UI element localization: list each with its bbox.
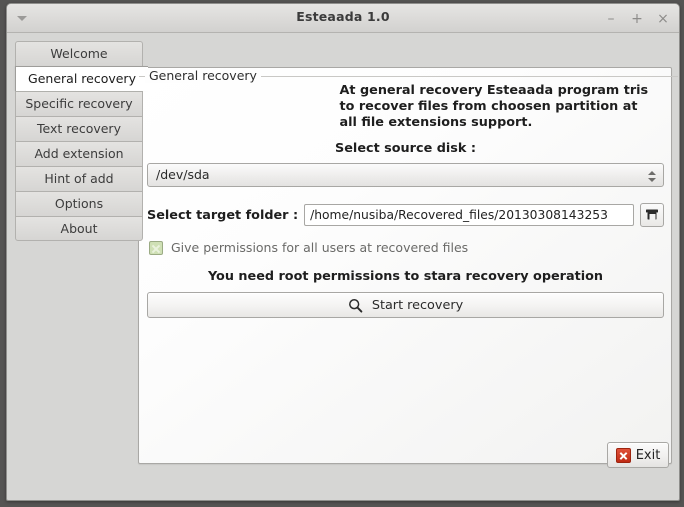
- target-folder-input[interactable]: [304, 204, 634, 226]
- tab-add-extension[interactable]: Add extension: [15, 141, 143, 166]
- window-controls: – + ×: [603, 4, 671, 33]
- exit-button-label: Exit: [635, 447, 661, 463]
- description-text: At general recovery Esteaada program tri…: [256, 83, 649, 131]
- tab-welcome[interactable]: Welcome: [15, 41, 143, 66]
- tab-about[interactable]: About: [15, 216, 143, 241]
- checkbox-checked-icon[interactable]: [149, 240, 163, 255]
- permissions-label: Give permissions for all users at recove…: [171, 240, 469, 255]
- group-frame-legend: General recovery: [145, 69, 261, 83]
- folder-icon: [645, 209, 658, 220]
- tab-options[interactable]: Options: [15, 191, 143, 216]
- window-title: Esteaada 1.0: [296, 9, 390, 24]
- maximize-button[interactable]: +: [629, 11, 645, 27]
- target-folder-section: Select target folder :: [147, 203, 664, 227]
- close-button[interactable]: ×: [655, 11, 671, 27]
- close-x-icon: [615, 447, 631, 463]
- source-disk-select[interactable]: /dev/sda: [147, 163, 664, 187]
- spinner-arrows[interactable]: [647, 167, 656, 185]
- root-warning-text: You need root permissions to stara recov…: [207, 269, 604, 284]
- arrow-up-icon: [647, 170, 656, 175]
- exit-button[interactable]: Exit: [607, 442, 669, 468]
- description-line-1: At general recovery Esteaada program tri…: [339, 83, 649, 98]
- start-recovery-button[interactable]: Start recovery: [147, 292, 664, 318]
- description-line-3: all file extensions support.: [339, 115, 533, 130]
- window-body: Welcome General recovery Specific recove…: [7, 33, 679, 500]
- tab-text-recovery[interactable]: Text recovery: [15, 116, 143, 141]
- permissions-row[interactable]: Give permissions for all users at recove…: [147, 240, 664, 255]
- description-line-2: to recover files from choosen partition …: [339, 99, 638, 114]
- minimize-button[interactable]: –: [603, 11, 619, 27]
- target-folder-label: Select target folder :: [147, 207, 299, 223]
- tab-list: Welcome General recovery Specific recove…: [15, 41, 148, 241]
- search-icon: [348, 298, 363, 313]
- tab-specific-recovery[interactable]: Specific recovery: [15, 91, 143, 116]
- desktop-background: Esteaada 1.0 – + × Welcome General recov…: [0, 0, 684, 507]
- tab-general-recovery[interactable]: General recovery: [15, 66, 148, 91]
- start-recovery-label: Start recovery: [371, 297, 464, 313]
- panel-content: At general recovery Esteaada program tri…: [147, 83, 664, 318]
- source-disk-label: Select source disk :: [335, 141, 476, 156]
- source-disk-section: Select source disk : /dev/sda: [147, 141, 664, 187]
- tab-hint-of-add[interactable]: Hint of add: [15, 166, 143, 191]
- browse-folder-button[interactable]: [640, 203, 664, 227]
- application-window: Esteaada 1.0 – + × Welcome General recov…: [6, 3, 680, 501]
- arrow-down-icon: [647, 177, 656, 182]
- window-titlebar: Esteaada 1.0 – + ×: [7, 4, 679, 33]
- source-disk-value: /dev/sda: [156, 167, 210, 182]
